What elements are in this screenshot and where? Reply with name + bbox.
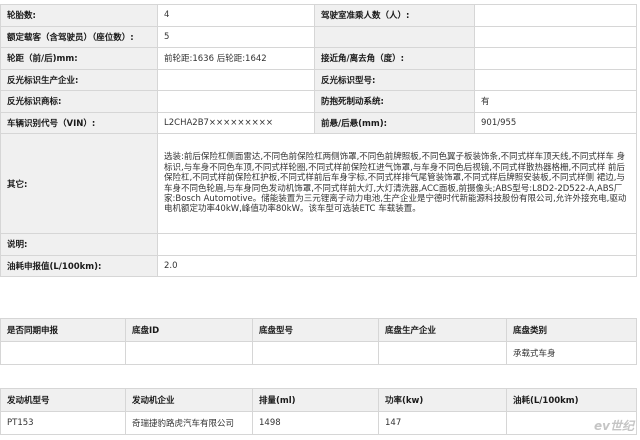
table-row: PT153 奇瑞捷豹路虎汽车有限公司 1498 147 bbox=[0, 411, 637, 435]
chassis-header-cell: 底盘ID bbox=[125, 318, 253, 342]
table-cell bbox=[252, 341, 379, 365]
fuel-label: 油耗申报值(L/100km): bbox=[0, 254, 158, 277]
chassis-header-cell: 是否同期申报 bbox=[0, 318, 126, 342]
engine-model-cell: PT153 bbox=[0, 411, 126, 435]
spec-label: 前悬/后悬(mm): bbox=[314, 111, 475, 134]
engine-header-cell: 油耗(L/100km) bbox=[506, 388, 637, 412]
spec-label: 车辆识别代号（VIN）: bbox=[0, 111, 158, 134]
spec-label: 接近角/离去角（度）: bbox=[314, 47, 475, 70]
engine-header-cell: 发动机企业 bbox=[125, 388, 253, 412]
engine-header-row: 发动机型号 发动机企业 排量(ml) 功率(kw) 油耗(L/100km) bbox=[0, 388, 637, 412]
spec-row: 轮距（前/后)mm: 前轮距:1636 后轮距:1642 接近角/离去角（度）: bbox=[0, 47, 637, 70]
spec-value bbox=[157, 68, 315, 91]
spec-value bbox=[474, 25, 637, 48]
engine-header-cell: 排量(ml) bbox=[252, 388, 379, 412]
spec-label: 反光标识商标: bbox=[0, 90, 158, 113]
other-row: 其它: 选装:前后保险杠侧面雷达,不同色前保险杠两侧饰罩,不同色前牌照板,不同色翼… bbox=[0, 133, 637, 234]
fuel-value: 2.0 bbox=[157, 254, 637, 277]
spec-value bbox=[474, 47, 637, 70]
notes-value bbox=[157, 233, 637, 256]
spec-label: 额定载客（含驾驶员）（座位数）: bbox=[0, 25, 158, 48]
chassis-header-row: 是否同期申报 底盘ID 底盘型号 底盘生产企业 底盘类别 bbox=[0, 318, 637, 342]
spec-value: 有 bbox=[474, 90, 637, 113]
spec-label: 反光标识生产企业: bbox=[0, 68, 158, 91]
chassis-header-cell: 底盘型号 bbox=[252, 318, 379, 342]
table-cell bbox=[378, 341, 507, 365]
spec-value: 901/955 bbox=[474, 111, 637, 134]
table-cell bbox=[0, 341, 126, 365]
spec-label: 防抱死制动系统: bbox=[314, 90, 475, 113]
spec-label: 反光标识型号: bbox=[314, 68, 475, 91]
spec-value bbox=[474, 68, 637, 91]
spec-row: 车辆识别代号（VIN）: L2CHA2B7××××××××× 前悬/后悬(mm): 9… bbox=[0, 111, 637, 134]
spec-label: 驾驶室准乘人数（人）: bbox=[314, 4, 475, 27]
spec-value bbox=[474, 4, 637, 27]
vehicle-spec-table: 轮胎数: 4 驾驶室准乘人数（人）: 额定载客（含驾驶员）（座位数）: 5 轮距（前/后)… bbox=[0, 4, 637, 277]
chassis-table: 是否同期申报 底盘ID 底盘型号 底盘生产企业 底盘类别 承载式车身 bbox=[0, 318, 637, 365]
other-options-text: 选装:前后保险杠侧面雷达,不同色前保险杠两侧饰罩,不同色前牌照板,不同色翼子板装… bbox=[157, 133, 637, 234]
engine-table: 发动机型号 发动机企业 排量(ml) 功率(kw) 油耗(L/100km) PT… bbox=[0, 388, 637, 435]
other-label: 其它: bbox=[0, 133, 158, 234]
notes-label: 说明: bbox=[0, 233, 158, 256]
spec-label: 轮距（前/后)mm: bbox=[0, 47, 158, 70]
spec-label bbox=[314, 25, 475, 48]
spec-row: 反光标识商标: 防抱死制动系统: 有 bbox=[0, 90, 637, 113]
engine-header-cell: 发动机型号 bbox=[0, 388, 126, 412]
spec-value: 5 bbox=[157, 25, 315, 48]
notes-row: 说明: bbox=[0, 233, 637, 256]
spec-row: 反光标识生产企业: 反光标识型号: bbox=[0, 68, 637, 91]
chassis-header-cell: 底盘生产企业 bbox=[378, 318, 507, 342]
spec-row: 轮胎数: 4 驾驶室准乘人数（人）: bbox=[0, 4, 637, 27]
spec-value: L2CHA2B7××××××××× bbox=[157, 111, 315, 134]
displacement-cell: 1498 bbox=[252, 411, 379, 435]
engine-maker-cell: 奇瑞捷豹路虎汽车有限公司 bbox=[125, 411, 253, 435]
engine-header-cell: 功率(kw) bbox=[378, 388, 507, 412]
watermark-logo: ev世纪 bbox=[594, 419, 634, 433]
spec-row: 额定载客（含驾驶员）（座位数）: 5 bbox=[0, 25, 637, 48]
chassis-type-cell: 承载式车身 bbox=[506, 341, 637, 365]
table-cell bbox=[125, 341, 253, 365]
spec-value: 前轮距:1636 后轮距:1642 bbox=[157, 47, 315, 70]
chassis-header-cell: 底盘类别 bbox=[506, 318, 637, 342]
spec-value bbox=[157, 90, 315, 113]
table-row: 承载式车身 bbox=[0, 341, 637, 365]
spec-label: 轮胎数: bbox=[0, 4, 158, 27]
spec-value: 4 bbox=[157, 4, 315, 27]
power-cell: 147 bbox=[378, 411, 507, 435]
fuel-row: 油耗申报值(L/100km): 2.0 bbox=[0, 254, 637, 277]
